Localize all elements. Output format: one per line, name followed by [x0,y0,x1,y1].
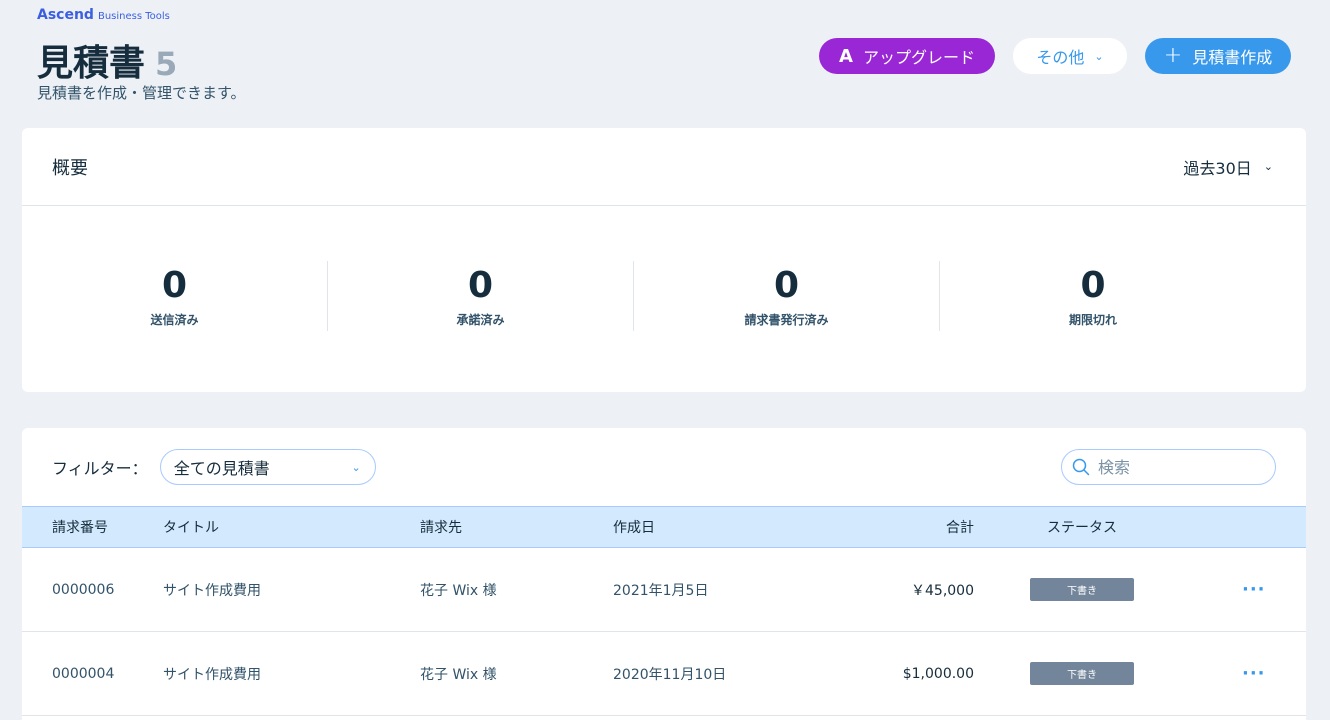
status-badge: 下書き [1030,578,1134,601]
stat-label: 承諾済み [456,313,505,327]
more-button[interactable]: その他 ⌄ [1013,38,1127,74]
more-dots-icon: ··· [1242,662,1266,684]
cell-status: 下書き [1030,632,1134,715]
more-dots-icon: ··· [1242,578,1266,600]
overview-stats: 0 送信済み 0 承諾済み 0 請求書発行済み 0 期限切れ [22,206,1306,331]
filter-bar: フィルター： 全ての見積書 ⌄ [22,428,1306,506]
row-more-button[interactable]: ··· [1242,632,1266,715]
stat-expired: 0 期限切れ [940,261,1246,331]
col-date[interactable]: 作成日 [613,507,655,547]
page-header: 見積書 5 [37,34,177,86]
page-title: 見積書 [37,43,146,84]
status-badge: 下書き [1030,662,1134,685]
plus-icon: + [1163,43,1183,68]
cell-title: サイト作成費用 [163,582,261,599]
cell-number: 0000004 [52,665,115,682]
upgrade-button[interactable]: A アップグレード [819,38,995,74]
brand-sub: Business Tools [97,11,170,22]
brand-logo: Ascend Business Tools [37,7,170,23]
table-header: 請求番号 タイトル 請求先 作成日 合計 ステータス [22,506,1306,548]
search-icon [1072,458,1090,476]
stat-label: 請求書発行済み [744,313,829,327]
cell-total: ￥45,000 [911,582,974,599]
quote-count: 5 [155,45,178,83]
filter-label: フィルター： [52,459,148,478]
chevron-down-icon: ⌄ [1263,160,1273,173]
cell-client: 花子 Wix 様 [420,666,497,683]
cell-date: 2021年1月5日 [613,582,709,599]
page-subtitle: 見積書を作成・管理できます。 [37,84,246,102]
stat-value: 0 [1080,265,1106,306]
filter-value: 全ての見積書 [173,459,270,478]
table-row[interactable]: 0000004 サイト作成費用 花子 Wix 様 2020年11月10日 $1,… [22,632,1306,716]
cell-status: 下書き [1030,548,1134,631]
col-title[interactable]: タイトル [163,507,219,547]
col-client[interactable]: 請求先 [420,507,462,547]
col-status[interactable]: ステータス [1030,507,1134,547]
period-label: 過去30日 [1183,158,1252,178]
cell-number: 0000006 [52,581,115,598]
col-total[interactable]: 合計 [946,507,974,547]
quotes-list-card: フィルター： 全ての見積書 ⌄ 請求番号 タイトル 請求先 作成日 合計 ステー… [22,428,1306,720]
cell-client: 花子 Wix 様 [420,582,497,599]
more-label: その他 [1036,48,1085,67]
cell-total: $1,000.00 [902,665,974,682]
brand-name: Ascend [37,7,94,23]
cell-date: 2020年11月10日 [613,666,727,683]
stat-sent: 0 送信済み [22,261,328,331]
overview-header: 概要 過去30日 ⌄ [22,128,1306,206]
overview-card: 概要 過去30日 ⌄ 0 送信済み 0 承諾済み 0 請求書発行済み 0 期限切… [22,128,1306,392]
stat-invoiced: 0 請求書発行済み [634,261,940,331]
stat-label: 送信済み [150,313,199,327]
filter-dropdown[interactable]: 全ての見積書 ⌄ [159,449,376,485]
stat-label: 期限切れ [1068,313,1117,327]
col-number[interactable]: 請求番号 [52,507,108,547]
stat-value: 0 [161,265,188,306]
period-dropdown[interactable]: 過去30日 ⌄ [1183,155,1273,179]
stat-accepted: 0 承諾済み [328,261,634,331]
table-row[interactable]: 0000006 サイト作成費用 花子 Wix 様 2021年1月5日 ￥45,0… [22,548,1306,632]
search-box[interactable] [1061,449,1276,485]
ascend-a-icon: A [839,45,853,67]
upgrade-label: アップグレード [862,48,975,67]
cell-title: サイト作成費用 [163,666,261,683]
create-quote-label: 見積書作成 [1192,48,1273,67]
chevron-down-icon: ⌄ [1094,49,1104,63]
stat-value: 0 [773,265,800,306]
stat-value: 0 [467,265,494,306]
chevron-down-icon: ⌄ [351,460,361,474]
search-input[interactable] [1098,457,1258,477]
overview-title: 概要 [52,157,88,179]
row-more-button[interactable]: ··· [1242,548,1266,631]
create-quote-button[interactable]: + 見積書作成 [1145,38,1291,74]
